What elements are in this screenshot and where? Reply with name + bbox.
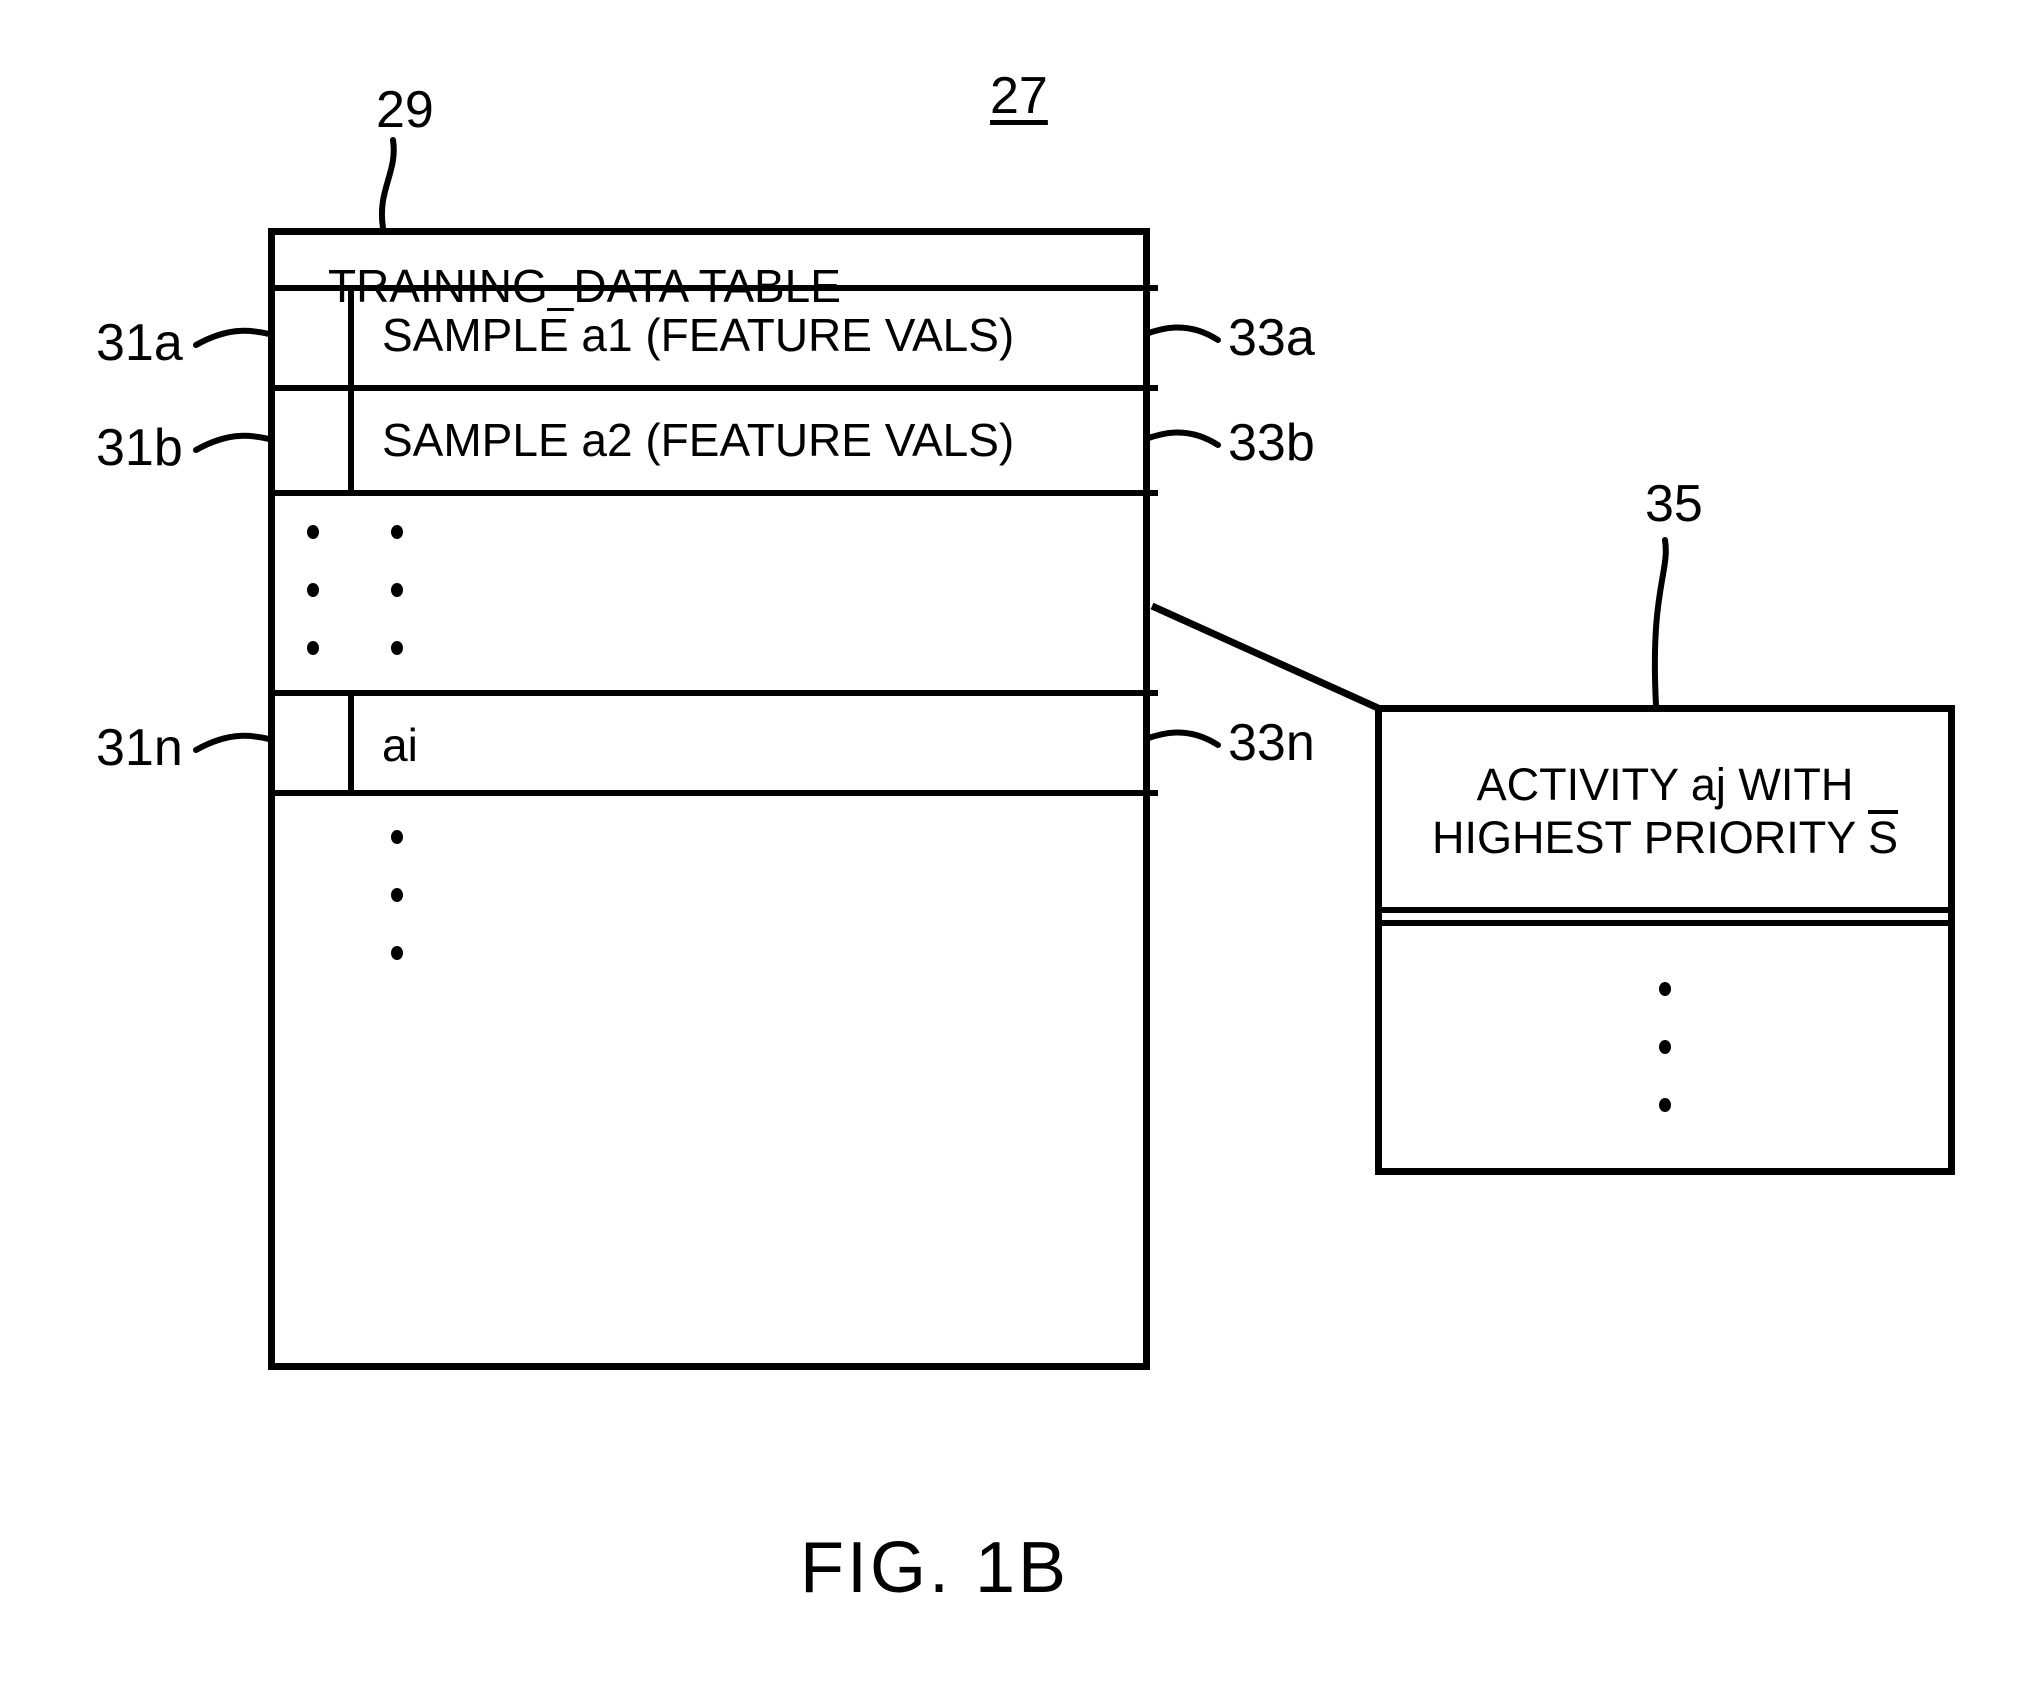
- ref-numeral-29: 29: [376, 81, 434, 139]
- activity-box-text: ACTIVITY aj WITH HIGHEST PRIORITY S: [1382, 760, 1948, 863]
- ref-numeral-35: 35: [1645, 475, 1703, 533]
- ref-numeral-31b: 31b: [96, 419, 183, 477]
- table-ellipsis-main-bottom: [391, 830, 403, 960]
- ref-numeral-31a: 31a: [96, 314, 183, 372]
- ref-numeral-31n: 31n: [96, 719, 183, 777]
- ref-numeral-33n: 33n: [1228, 714, 1315, 772]
- activity-box-separator-upper: [1381, 907, 1949, 913]
- activity-box-line2-symbol: S: [1867, 810, 1898, 863]
- table-row-sample-a2: SAMPLE a2 (FEATURE VALS): [382, 414, 1015, 466]
- activity-box-ellipsis: [1659, 982, 1671, 1112]
- table-row-sample-ai: ai: [382, 719, 418, 771]
- table-ellipsis-main-middle: [391, 525, 403, 655]
- activity-box-separator-lower: [1381, 920, 1949, 926]
- table-separator-3: [274, 490, 1158, 496]
- leader-line-35: [1651, 537, 1669, 708]
- training-data-table: TRAINING_DATA TABLE SAMPLE a1 (FEATURE V…: [268, 228, 1158, 1370]
- table-separator-5: [274, 790, 1158, 796]
- activity-box-line1: ACTIVITY aj WITH: [1476, 759, 1854, 810]
- table-row-sample-a1: SAMPLE a1 (FEATURE VALS): [382, 309, 1015, 361]
- table-column-divider-row-a: [348, 285, 354, 385]
- table-column-divider-row-b: [348, 385, 354, 490]
- table-separator-2: [274, 385, 1158, 391]
- table-separator-4: [274, 690, 1158, 696]
- leader-line-29: [378, 137, 397, 231]
- connector-row33b-to-activity-box: [1150, 602, 1380, 712]
- activity-box-line2-prefix: HIGHEST PRIORITY: [1432, 812, 1868, 863]
- ref-numeral-27: 27: [990, 67, 1048, 125]
- table-column-divider-row-n: [348, 690, 354, 790]
- ref-numeral-33b: 33b: [1228, 414, 1315, 472]
- table-ellipsis-left-middle: [307, 525, 319, 655]
- figure-caption: FIG. 1B: [800, 1528, 1070, 1608]
- table-separator-1: [274, 285, 1158, 291]
- activity-priority-box: ACTIVITY aj WITH HIGHEST PRIORITY S: [1375, 705, 1955, 1175]
- patent-figure-page: 29 27 31a 31b 31n 33a 33b 33n 35 TRAININ…: [0, 0, 2024, 1702]
- ref-numeral-33a: 33a: [1228, 309, 1315, 367]
